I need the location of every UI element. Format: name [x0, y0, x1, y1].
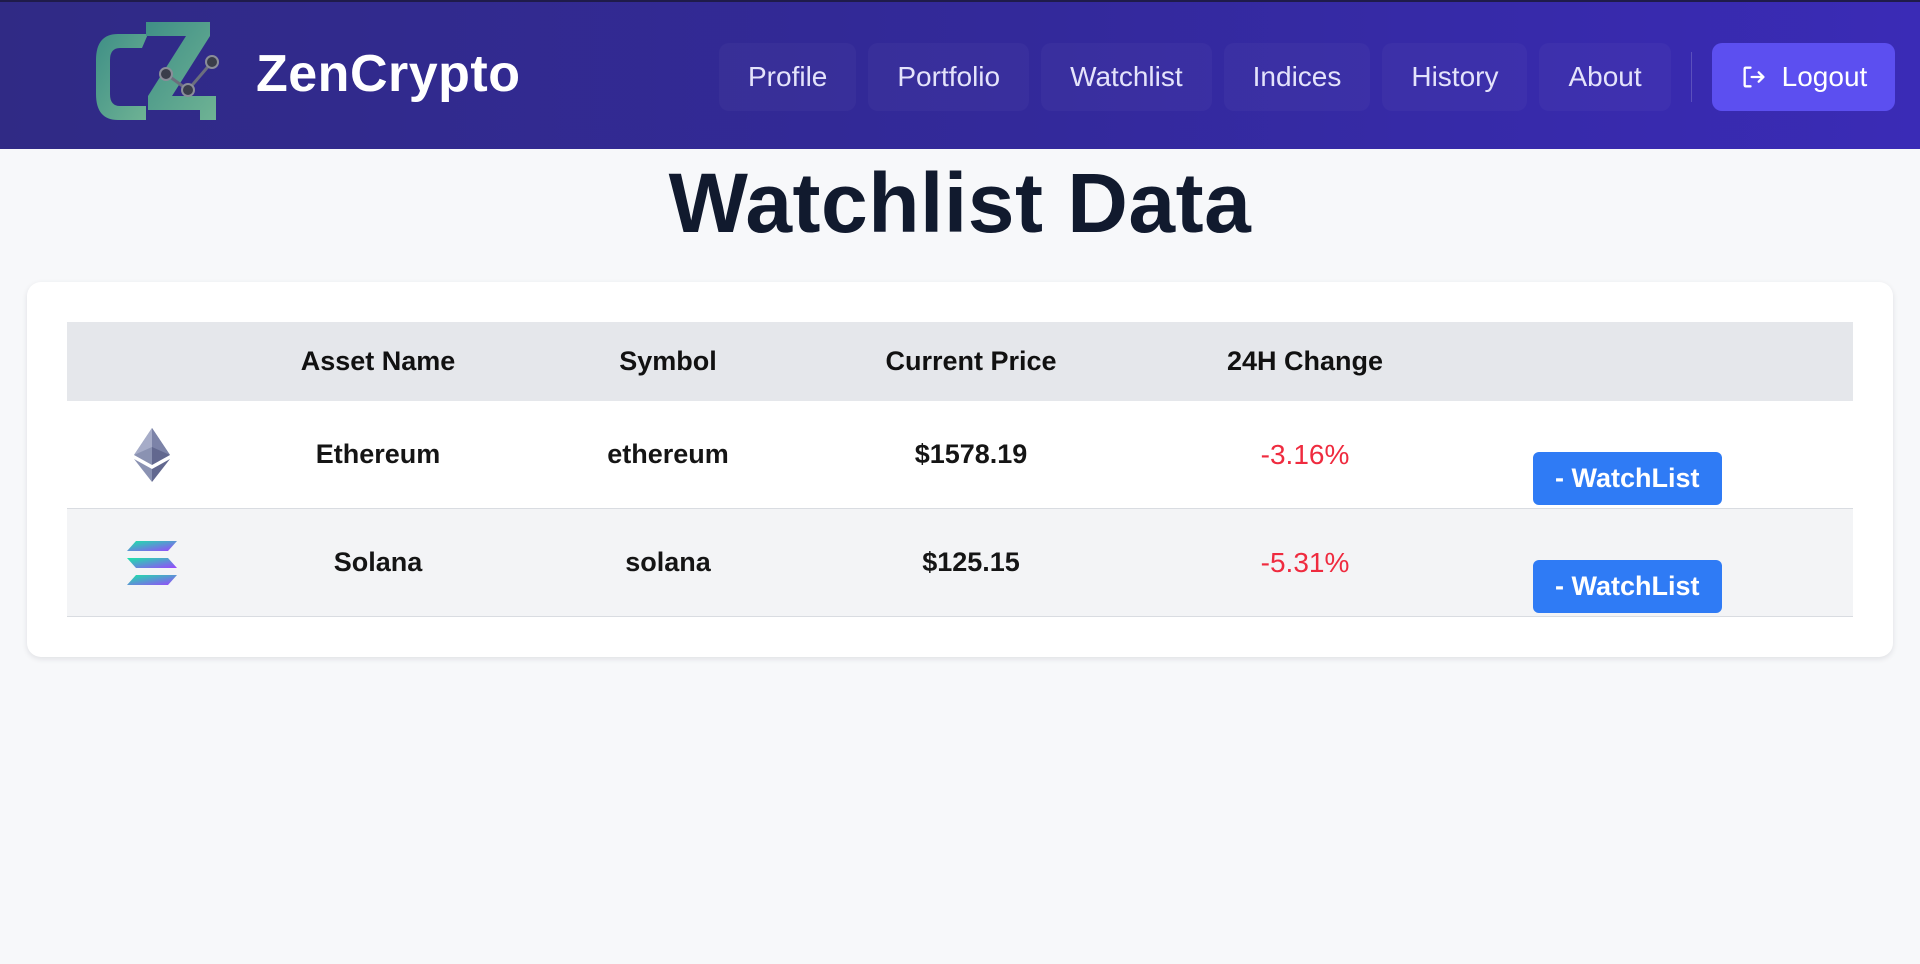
asset-name: Solana — [333, 547, 423, 577]
nav-item-profile[interactable]: Profile — [719, 43, 856, 111]
nav-item-about[interactable]: About — [1539, 43, 1670, 111]
watchlist-card: Asset Name Symbol Current Price 24H Chan… — [27, 282, 1893, 657]
asset-icon-cell — [67, 401, 237, 508]
asset-price: $1578.19 — [914, 439, 1028, 469]
nav-item-portfolio[interactable]: Portfolio — [868, 43, 1029, 111]
top-navbar: ZenCrypto Profile Portfolio Watchlist In… — [0, 0, 1920, 149]
brand[interactable]: ZenCrypto — [88, 16, 521, 132]
logout-button[interactable]: Logout — [1711, 43, 1896, 111]
remove-from-watchlist-button[interactable]: - WatchList — [1533, 452, 1722, 505]
brand-name: ZenCrypto — [256, 45, 521, 103]
column-header-action — [1485, 322, 1853, 401]
zencrypto-logo-icon — [96, 22, 219, 120]
column-header-icon — [67, 322, 237, 401]
asset-name: Ethereum — [315, 439, 441, 469]
table-row: Solana solana $125.15 -5.31% - WatchList — [67, 509, 1853, 617]
page-title: Watchlist Data — [668, 156, 1252, 250]
nav-item-history[interactable]: History — [1382, 43, 1527, 111]
remove-from-watchlist-button[interactable]: - WatchList — [1533, 560, 1722, 613]
solana-icon — [127, 540, 177, 585]
logout-label: Logout — [1781, 61, 1868, 92]
asset-24h-change: -3.16% — [1260, 438, 1350, 470]
column-header-24h-change: 24H Change — [1226, 346, 1384, 376]
asset-action-cell: - WatchList — [1485, 509, 1853, 616]
table-header: Asset Name Symbol Current Price 24H Chan… — [67, 322, 1853, 401]
nav-divider — [1690, 52, 1692, 102]
ethereum-icon — [134, 427, 170, 482]
asset-price: $125.15 — [922, 547, 1020, 577]
watchlist-table: Asset Name Symbol Current Price 24H Chan… — [67, 322, 1853, 617]
column-header-asset-name: Asset Name — [300, 346, 456, 376]
nav-menu: Profile Portfolio Watchlist Indices Hist… — [719, 43, 1896, 111]
asset-symbol: ethereum — [607, 439, 729, 469]
nav-item-indices[interactable]: Indices — [1224, 43, 1371, 111]
nav-item-watchlist[interactable]: Watchlist — [1041, 43, 1212, 111]
asset-24h-change: -5.31% — [1260, 546, 1350, 578]
asset-symbol: solana — [625, 547, 711, 577]
asset-action-cell: - WatchList — [1485, 401, 1853, 508]
column-header-current-price: Current Price — [885, 346, 1057, 376]
table-row: Ethereum ethereum $1578.19 -3.16% - Watc… — [67, 401, 1853, 509]
logout-icon — [1743, 66, 1765, 88]
asset-icon-cell — [67, 509, 237, 616]
column-header-symbol: Symbol — [619, 346, 717, 376]
